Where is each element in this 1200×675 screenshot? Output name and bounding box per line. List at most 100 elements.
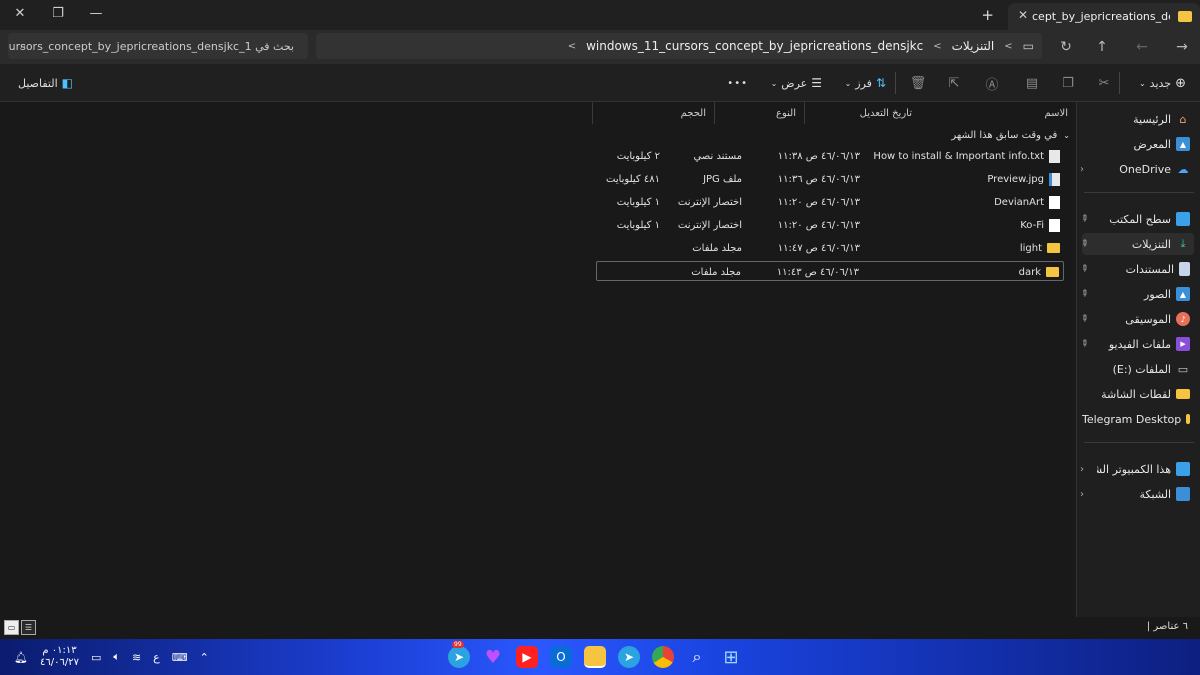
videos-icon: ▶ <box>1176 337 1190 351</box>
chrome-icon[interactable] <box>652 646 674 668</box>
details-view-button[interactable]: ▭ <box>4 620 19 635</box>
sidebar-item-downloads[interactable]: ⤓ التنزيلات ✎ <box>1078 233 1194 255</box>
notification-bell-icon[interactable]: 🔔︎ <box>14 651 28 664</box>
sidebar-item-telegram-desktop[interactable]: Telegram Desktop <box>1082 408 1194 430</box>
more-options-button[interactable]: ••• <box>727 73 748 93</box>
sidebar-item-desktop[interactable]: سطح المكتب ✎ <box>1078 208 1194 230</box>
wifi-icon[interactable]: ≋ <box>132 651 141 664</box>
column-header-date[interactable]: تاريخ التعديل <box>804 102 920 124</box>
column-header-size[interactable]: الحجم <box>592 102 714 124</box>
plus-icon: + <box>981 6 994 24</box>
sidebar-item-network[interactable]: الشبكة ‹ <box>1080 483 1194 505</box>
sidebar-item-music[interactable]: ♪ الموسيقى ✎ <box>1078 308 1194 330</box>
file-row[interactable]: Preview.jpg ٤٦/٠٦/١٣ ص ١١:٣٦ ملف JPG ٤٨١ كي… <box>596 169 1064 189</box>
breadcrumb-downloads[interactable]: التنزيلات <box>952 39 995 53</box>
group-header[interactable]: ⌄ في وقت سابق هذا الشهر <box>951 127 1070 143</box>
rename-icon: Ⓐ <box>985 77 999 93</box>
refresh-button[interactable]: ↻ <box>1052 36 1080 58</box>
view-button[interactable]: ☰ عرض ⌄ <box>771 73 822 93</box>
minimize-window-button[interactable]: — <box>76 0 116 26</box>
delete-button[interactable]: 🗑 <box>908 73 928 93</box>
search-input[interactable]: بحث في 1_cursors_concept_by_jepricreatio… <box>8 33 308 59</box>
youtube-icon[interactable]: ▶ <box>516 646 538 668</box>
file-row[interactable]: DevianArt ٤٦/٠٦/١٣ ص ١١:٢٠ اختصار الإنترنت… <box>596 192 1064 212</box>
sort-button[interactable]: ⇅ فرز ⌄ <box>845 73 886 93</box>
folder-icon <box>1047 243 1060 253</box>
file-row[interactable]: dark ٤٦/٠٦/١٣ ص ١١:٤٣ مجلد ملفات <box>596 261 1064 281</box>
sidebar-item-pictures[interactable]: ▲ الصور ✎ <box>1078 283 1194 305</box>
new-label: جديد <box>1149 76 1172 90</box>
file-row[interactable]: Ko-Fi ٤٦/٠٦/١٣ ص ١١:٢٠ اختصار الإنترنت ١ كي… <box>596 215 1064 235</box>
pin-icon[interactable]: ✎ <box>1078 288 1090 300</box>
search-icon[interactable]: ⌕ <box>686 646 708 668</box>
chevron-right-icon: > <box>1004 40 1013 52</box>
sidebar-item-gallery[interactable]: ▲ المعرض <box>1082 133 1194 155</box>
file-date: ٤٦/٠٦/١٣ ص ١١:٢٠ <box>777 196 860 208</box>
rename-button[interactable]: Ⓐ <box>982 73 1002 93</box>
tab-current-folder[interactable]: cept_by_jepricreations_densjkc ✕ <box>1008 3 1200 30</box>
column-header-type[interactable]: النوع <box>714 102 804 124</box>
sidebar-item-this-pc[interactable]: هذا الكمبيوتر الشخص ‹ <box>1080 458 1194 480</box>
column-header-name[interactable]: الاسم <box>920 102 1076 124</box>
tiles-view-button[interactable]: ☰ <box>21 620 36 635</box>
outlook-icon[interactable]: O <box>550 646 572 668</box>
new-tab-button[interactable]: + <box>981 6 994 24</box>
paste-button[interactable]: ▤ <box>1022 73 1042 93</box>
restore-window-button[interactable]: ❐ <box>38 0 78 26</box>
view-label: عرض <box>781 76 808 90</box>
file-row[interactable]: light ٤٦/٠٦/١٣ ص ١١:٤٧ مجلد ملفات <box>596 238 1064 258</box>
clock[interactable]: ٠١:١٣ م ٤٦/٠٦/٢٧ <box>40 645 79 669</box>
telegram-icon[interactable]: ➤ <box>618 646 640 668</box>
close-tab-button[interactable]: ✕ <box>1018 8 1028 22</box>
file-explorer-icon[interactable] <box>584 646 606 668</box>
file-type: اختصار الإنترنت <box>677 219 742 231</box>
language-indicator[interactable]: ع <box>153 651 160 664</box>
file-name: dark <box>1018 266 1041 278</box>
divider <box>1084 192 1194 193</box>
keyboard-icon[interactable]: ⌨ <box>172 651 188 664</box>
pin-icon[interactable]: ✎ <box>1078 338 1090 350</box>
breadcrumb-folder[interactable]: windows_11_cursors_concept_by_jepricreat… <box>586 39 923 53</box>
chevron-left-icon[interactable]: ‹ <box>1080 489 1084 500</box>
new-button[interactable]: ⊕ جديد ⌄ <box>1139 73 1186 93</box>
shortcut-icon <box>1049 218 1060 232</box>
file-row[interactable]: How to install & Important info.txt ٤٦/٠٦… <box>596 146 1064 166</box>
pin-icon[interactable]: ✎ <box>1078 238 1090 250</box>
forward-button[interactable]: ← <box>1128 36 1156 58</box>
up-button[interactable]: ↑ <box>1088 36 1116 58</box>
file-name-cell: How to install & Important info.txt <box>873 146 1060 166</box>
restore-icon: ❐ <box>52 5 64 21</box>
sidebar-item-screenshots[interactable]: لقطات الشاشة <box>1082 383 1194 405</box>
chevron-left-icon[interactable]: ‹ <box>1080 164 1084 175</box>
sidebar-item-videos[interactable]: ▶ ملفات الفيديو ✎ <box>1078 333 1194 355</box>
telegram-badge-icon[interactable]: ➤ 99 <box>448 641 470 668</box>
start-icon[interactable]: ⊞ <box>720 646 742 668</box>
pin-icon[interactable]: ✎ <box>1078 313 1090 325</box>
volume-icon[interactable]: 🔈︎ <box>113 650 120 664</box>
address-bar[interactable]: ▭ > التنزيلات > windows_11_cursors_conce… <box>316 33 1042 59</box>
file-name: Preview.jpg <box>987 173 1044 185</box>
sidebar-item-onedrive[interactable]: ☁ OneDrive ‹ <box>1080 158 1194 180</box>
close-window-button[interactable]: ✕ <box>0 0 40 26</box>
back-button[interactable]: → <box>1168 36 1196 58</box>
sidebar-item-drive-e[interactable]: ▭ الملفات (:E) <box>1082 358 1194 380</box>
pin-icon[interactable]: ✎ <box>1078 263 1090 275</box>
file-name: Ko-Fi <box>1020 219 1044 231</box>
share-button[interactable]: ⇱ <box>944 73 964 93</box>
paste-icon: ▤ <box>1025 75 1039 91</box>
details-pane-button[interactable]: ◧ التفاصيل <box>18 73 73 93</box>
sidebar-item-home[interactable]: ⌂ الرئيسية <box>1082 108 1194 130</box>
sidebar-item-documents[interactable]: المستندات ✎ <box>1078 258 1194 280</box>
chevron-down-icon: ⌄ <box>1138 78 1146 88</box>
cut-button[interactable]: ✂ <box>1094 73 1114 93</box>
chevron-down-icon: ⌄ <box>1063 130 1070 140</box>
pin-icon[interactable]: ✎ <box>1078 213 1090 225</box>
file-type: ملف JPG <box>703 173 742 185</box>
chevron-left-icon[interactable]: ‹ <box>1080 464 1084 475</box>
copy-button[interactable]: ❐ <box>1058 73 1078 93</box>
close-icon: ✕ <box>14 5 26 21</box>
battery-icon[interactable]: ▭ <box>91 651 101 664</box>
title-bar: ✕ ❐ — + cept_by_jepricreations_densjkc ✕ <box>0 0 1200 30</box>
chevron-up-icon[interactable]: ⌃ <box>200 651 209 664</box>
heart-app-icon[interactable]: ♥ <box>482 646 504 668</box>
